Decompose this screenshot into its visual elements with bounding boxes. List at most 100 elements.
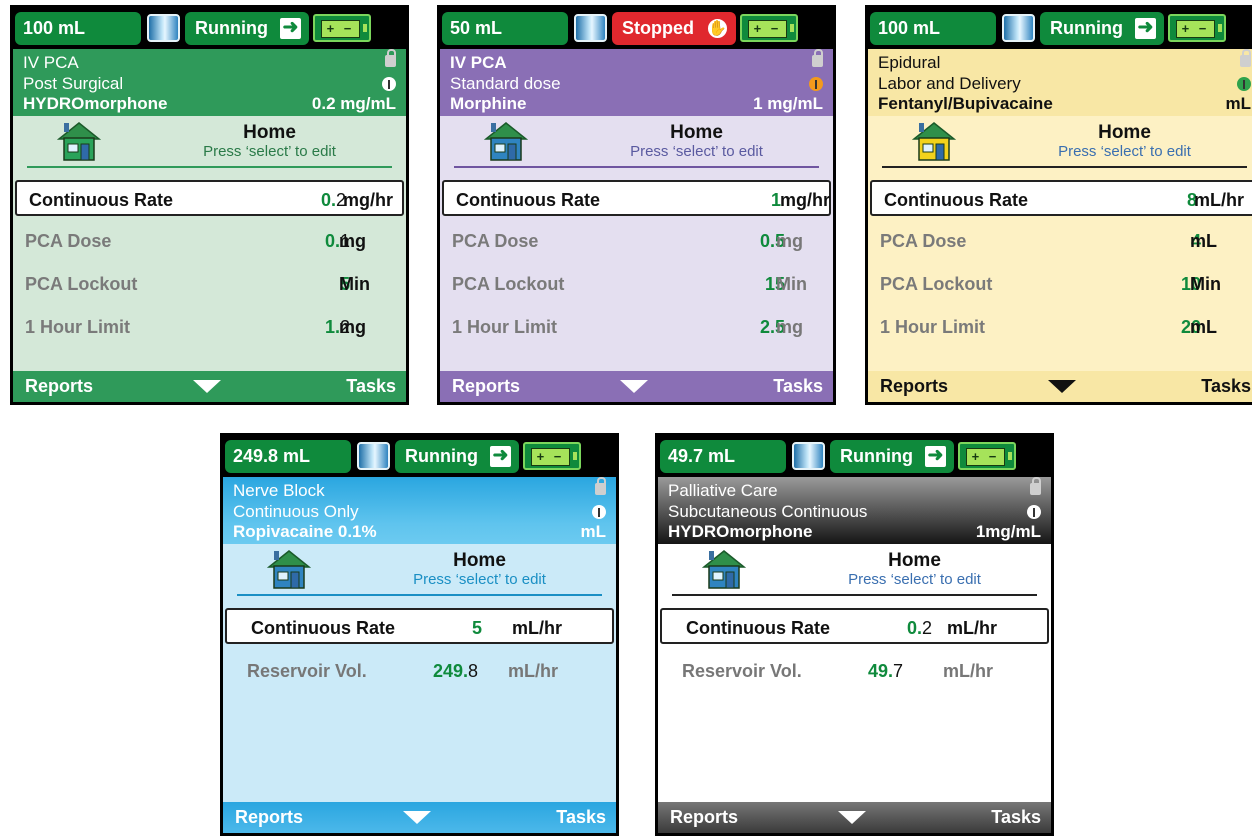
pump-state-indicator[interactable]: Stopped ✋ bbox=[612, 12, 736, 45]
home-header[interactable]: Home Press ‘select’ to edit bbox=[658, 544, 1051, 602]
parameter-row[interactable]: 1 Hour Limit 1.2 mg bbox=[13, 309, 406, 345]
battery-terminal-icon bbox=[790, 24, 794, 32]
parameter-value: 249.8 bbox=[433, 661, 478, 682]
home-title: Home bbox=[670, 122, 723, 143]
parameter-row[interactable]: Continuous Rate 0.2 mg/hr bbox=[15, 180, 404, 216]
status-bar: 249.8 mL Running ➜ + − bbox=[223, 436, 616, 477]
down-arrow-icon[interactable] bbox=[620, 380, 648, 393]
house-icon bbox=[702, 550, 746, 589]
pump-screen: 100 mL Running ➜ + − Epidural Labor and Deliv… bbox=[865, 5, 1252, 405]
down-arrow-icon[interactable] bbox=[838, 811, 866, 824]
parameter-row[interactable]: 1 Hour Limit 2.5 mg bbox=[440, 309, 833, 345]
running-person-icon: ➜ bbox=[923, 444, 948, 469]
pump-state-indicator[interactable]: Running ➜ bbox=[830, 440, 954, 473]
drug-name: Ropivacaine 0.1% bbox=[233, 522, 377, 541]
pump-state-indicator[interactable]: Running ➜ bbox=[1040, 12, 1164, 45]
home-title: Home bbox=[243, 122, 296, 143]
wireless-icon bbox=[809, 77, 823, 91]
pump-state-label: Stopped bbox=[622, 18, 694, 38]
battery-terminal-icon bbox=[573, 452, 577, 460]
parameter-row[interactable]: PCA Lockout 15 Min bbox=[440, 266, 833, 302]
wireless-icon bbox=[592, 505, 606, 519]
wireless-icon bbox=[1027, 505, 1041, 519]
iv-bag-icon bbox=[147, 14, 180, 42]
down-arrow-icon[interactable] bbox=[403, 811, 431, 824]
down-arrow-icon[interactable] bbox=[193, 380, 221, 393]
reports-softkey[interactable]: Reports bbox=[670, 807, 738, 828]
stop-hand-icon: ✋ bbox=[705, 16, 730, 41]
reports-softkey[interactable]: Reports bbox=[25, 376, 93, 397]
softkey-bar: Reports Tasks bbox=[223, 802, 616, 833]
parameter-unit: mg bbox=[339, 317, 366, 337]
drug-concentration: 1 mg/mL bbox=[753, 94, 823, 113]
parameter-row[interactable]: PCA Dose 4 mL bbox=[868, 223, 1252, 259]
parameter-row[interactable]: Continuous Rate 1 mg/hr bbox=[442, 180, 831, 216]
pump-state-label: Running bbox=[405, 446, 478, 466]
volume-remaining: 100 mL bbox=[870, 12, 996, 45]
house-icon bbox=[57, 122, 101, 161]
parameter-value-major: 49. bbox=[868, 661, 894, 681]
iv-bag-icon bbox=[792, 442, 825, 470]
parameter-row[interactable]: PCA Dose 0.5 mg bbox=[440, 223, 833, 259]
home-divider bbox=[672, 594, 1037, 596]
battery-icon: + − bbox=[1168, 14, 1226, 42]
parameter-row[interactable]: Reservoir Vol. 249.8 mL/hr bbox=[223, 653, 616, 689]
parameter-row[interactable]: PCA Lockout 10 Min bbox=[868, 266, 1252, 302]
parameter-row[interactable]: Continuous Rate 8 mL/hr bbox=[870, 180, 1252, 216]
parameter-value-major: 5 bbox=[472, 618, 483, 638]
parameter-row[interactable]: Continuous Rate 5 mL/hr bbox=[225, 608, 614, 644]
parameter-name: Continuous Rate bbox=[29, 190, 173, 210]
pump-state-label: Running bbox=[195, 18, 268, 38]
therapy-info-panel: Epidural Labor and Delivery Fentanyl/Bupiv… bbox=[868, 49, 1252, 116]
home-title: Home bbox=[453, 550, 506, 571]
down-arrow-icon[interactable] bbox=[1048, 380, 1076, 393]
parameter-row[interactable]: PCA Lockout 5 Min bbox=[13, 266, 406, 302]
parameter-row[interactable]: PCA Dose 0.1 mg bbox=[13, 223, 406, 259]
program-mode: Labor and Delivery bbox=[878, 74, 1021, 93]
pump-display: 100 mL Running ➜ + − IV PCA Post Surgical HYDR… bbox=[13, 8, 406, 402]
pump-screen: 249.8 mL Running ➜ + − Nerve Block Continuous… bbox=[220, 433, 619, 836]
pump-screen: 50 mL Stopped ✋ + − IV PCA Standard dose Morph… bbox=[437, 5, 836, 405]
pump-state-label: Running bbox=[840, 446, 913, 466]
parameter-name: Continuous Rate bbox=[456, 190, 600, 210]
home-edit-hint: Press ‘select’ to edit bbox=[203, 143, 336, 160]
parameter-row[interactable]: Reservoir Vol. 49.7 mL/hr bbox=[658, 653, 1051, 689]
tasks-softkey[interactable]: Tasks bbox=[556, 807, 606, 828]
battery-icon: + − bbox=[740, 14, 798, 42]
pump-display: 50 mL Stopped ✋ + − IV PCA Standard dose Morph… bbox=[440, 8, 833, 402]
parameter-name: Continuous Rate bbox=[251, 618, 395, 638]
tasks-softkey[interactable]: Tasks bbox=[1201, 376, 1251, 397]
parameter-value: 49.7 bbox=[868, 661, 903, 682]
drug-name: HYDROmorphone bbox=[668, 522, 813, 541]
tasks-softkey[interactable]: Tasks bbox=[346, 376, 396, 397]
pump-state-indicator[interactable]: Running ➜ bbox=[395, 440, 519, 473]
tasks-softkey[interactable]: Tasks bbox=[991, 807, 1041, 828]
reports-softkey[interactable]: Reports bbox=[235, 807, 303, 828]
parameter-name: Continuous Rate bbox=[686, 618, 830, 638]
pump-state-indicator[interactable]: Running ➜ bbox=[185, 12, 309, 45]
parameter-value-major: 0. bbox=[907, 618, 923, 638]
program-name: Nerve Block bbox=[233, 481, 325, 500]
parameter-row[interactable]: Continuous Rate 0.2 mL/hr bbox=[660, 608, 1049, 644]
parameter-unit: mL/hr bbox=[947, 618, 998, 638]
battery-charge-icon: + − bbox=[1176, 20, 1215, 38]
pump-screen: 49.7 mL Running ➜ + − Palliative Care Subcuta… bbox=[655, 433, 1054, 836]
parameter-unit: mL bbox=[1190, 231, 1217, 251]
pump-display: 100 mL Running ➜ + − Epidural Labor and Deliv… bbox=[868, 8, 1252, 402]
pump-state-label: Running bbox=[1050, 18, 1123, 38]
home-header[interactable]: Home Press ‘select’ to edit bbox=[440, 116, 833, 174]
parameter-row[interactable]: 1 Hour Limit 20 mL bbox=[868, 309, 1252, 345]
reports-softkey[interactable]: Reports bbox=[452, 376, 520, 397]
parameter-name: 1 Hour Limit bbox=[452, 317, 558, 337]
program-mode: Post Surgical bbox=[23, 74, 124, 93]
home-header[interactable]: Home Press ‘select’ to edit bbox=[223, 544, 616, 602]
parameter-unit: mg/hr bbox=[343, 190, 394, 210]
parameter-value-major: 249. bbox=[433, 661, 469, 681]
parameter-unit: mL bbox=[1190, 317, 1217, 337]
parameter-unit: mL/hr bbox=[508, 661, 559, 681]
reports-softkey[interactable]: Reports bbox=[880, 376, 948, 397]
home-header[interactable]: Home Press ‘select’ to edit bbox=[868, 116, 1252, 174]
home-header[interactable]: Home Press ‘select’ to edit bbox=[13, 116, 406, 174]
parameter-name: PCA Dose bbox=[452, 231, 539, 251]
tasks-softkey[interactable]: Tasks bbox=[773, 376, 823, 397]
